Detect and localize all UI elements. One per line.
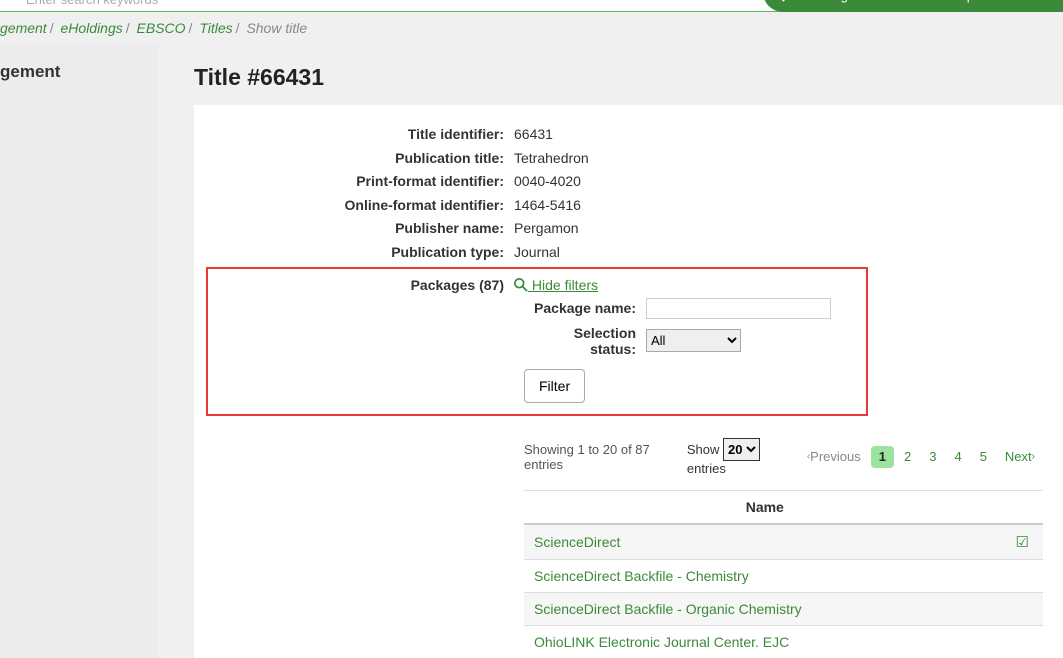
title-identifier-value: 66431 bbox=[514, 125, 553, 145]
search-agreements-button[interactable]: Search agreements bbox=[763, 0, 910, 5]
breadcrumb-current: Show title bbox=[246, 20, 307, 36]
print-format-identifier-value: 0040-4020 bbox=[514, 172, 581, 192]
pagination-next[interactable]: Next › bbox=[997, 446, 1043, 468]
publisher-name-label: Publisher name: bbox=[194, 219, 514, 239]
breadcrumb-item[interactable]: EBSCO bbox=[137, 20, 186, 36]
package-link[interactable]: ScienceDirect Backfile - Chemistry bbox=[524, 559, 1006, 592]
entries-label: entries bbox=[687, 461, 726, 476]
breadcrumb-item[interactable]: gement bbox=[0, 20, 47, 36]
pagination-page[interactable]: 2 bbox=[896, 446, 919, 468]
hide-filters-label: Hide filters bbox=[528, 277, 598, 293]
packages-count-label: Packages (87) bbox=[208, 277, 514, 293]
selected-check-icon: ☑ bbox=[1016, 534, 1029, 551]
publication-type-label: Publication type: bbox=[194, 243, 514, 263]
package-name-input[interactable] bbox=[646, 298, 831, 319]
publication-type-value: Journal bbox=[514, 243, 560, 263]
chevron-right-icon: › bbox=[1032, 451, 1035, 462]
pagination-previous[interactable]: ‹ Previous bbox=[799, 446, 869, 468]
packages-table: Name ScienceDirect ☑ ScienceDirect Backf… bbox=[524, 490, 1043, 658]
pagination-page[interactable]: 3 bbox=[921, 446, 944, 468]
show-label: Show bbox=[687, 442, 723, 457]
search-agreements-label: Search agreements bbox=[789, 0, 902, 3]
search-packages-label: Search packa bbox=[922, 0, 1002, 3]
online-format-identifier-label: Online-format identifier: bbox=[194, 196, 514, 216]
show-entries-control: Show 20 entries bbox=[687, 438, 799, 476]
packages-filter-box: Packages (87) Hide filters Package name:… bbox=[206, 267, 868, 416]
pagination-page[interactable]: 4 bbox=[946, 446, 969, 468]
package-link[interactable]: OhioLINK Electronic Journal Center. EJC bbox=[524, 625, 1006, 658]
showing-entries-text: Showing 1 to 20 of 87 entries bbox=[524, 442, 687, 472]
breadcrumb-item[interactable]: Titles bbox=[199, 20, 232, 36]
title-identifier-label: Title identifier: bbox=[194, 125, 514, 145]
publisher-name-value: Pergamon bbox=[514, 219, 579, 239]
online-format-identifier-value: 1464-5416 bbox=[514, 196, 581, 216]
sidebar: gement bbox=[0, 44, 158, 658]
column-header-name[interactable]: Name bbox=[524, 490, 1006, 524]
sidebar-title: gement bbox=[0, 62, 158, 82]
top-search-bar: Enter search keywords Search agreements … bbox=[0, 0, 1063, 12]
column-header-selected bbox=[1006, 490, 1043, 524]
pagination: ‹ Previous 1 2 3 4 5 Next › bbox=[799, 446, 1043, 468]
selection-status-select[interactable]: All bbox=[646, 329, 741, 352]
print-format-identifier-label: Print-format identifier: bbox=[194, 172, 514, 192]
search-input-placeholder[interactable]: Enter search keywords bbox=[26, 0, 158, 7]
pagination-page[interactable]: 1 bbox=[871, 446, 894, 468]
publication-title-value: Tetrahedron bbox=[514, 149, 589, 169]
page-title: Title #66431 bbox=[194, 64, 1063, 91]
filter-button[interactable]: Filter bbox=[524, 369, 585, 403]
entries-per-page-select[interactable]: 20 bbox=[723, 438, 760, 461]
breadcrumb: gement/ eHoldings/ EBSCO/ Titles/ Show t… bbox=[0, 12, 1063, 44]
publication-title-label: Publication title: bbox=[194, 149, 514, 169]
hide-filters-link[interactable]: Hide filters bbox=[514, 277, 598, 293]
package-link[interactable]: ScienceDirect bbox=[524, 524, 1006, 560]
package-name-label: Package name: bbox=[524, 300, 646, 316]
search-packages-button[interactable]: Search packa bbox=[914, 0, 1010, 5]
topbar-buttons: Search agreements Search packa bbox=[763, 0, 1063, 12]
selection-status-label: Selection status: bbox=[524, 325, 646, 357]
search-icon bbox=[514, 278, 528, 292]
breadcrumb-item[interactable]: eHoldings bbox=[60, 20, 122, 36]
pagination-page[interactable]: 5 bbox=[972, 446, 995, 468]
